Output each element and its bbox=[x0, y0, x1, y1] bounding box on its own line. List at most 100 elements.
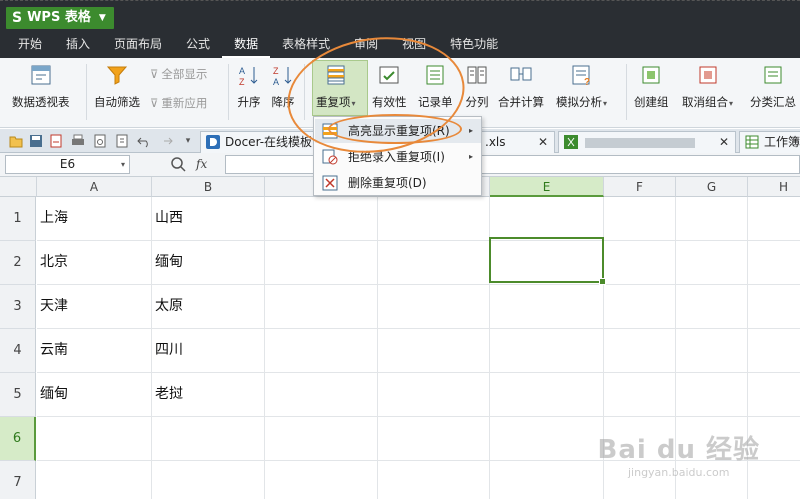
sort-asc-button[interactable]: AZ 升序 bbox=[236, 62, 262, 110]
cell-C2[interactable] bbox=[265, 241, 378, 285]
cell-H3[interactable] bbox=[748, 285, 800, 329]
cell-D5[interactable] bbox=[378, 373, 490, 417]
cell-H5[interactable] bbox=[748, 373, 800, 417]
cell-C7[interactable] bbox=[265, 461, 378, 499]
cell-C3[interactable] bbox=[265, 285, 378, 329]
consolidate-button[interactable]: 合并计算 bbox=[498, 62, 544, 110]
tab-view[interactable]: 视图 bbox=[390, 31, 438, 58]
column-header[interactable]: A bbox=[37, 177, 152, 197]
cell-D7[interactable] bbox=[378, 461, 490, 499]
ungroup-button[interactable]: 取消组合▾ bbox=[682, 62, 733, 110]
print-icon[interactable] bbox=[70, 133, 86, 149]
cell-G2[interactable] bbox=[676, 241, 748, 285]
tab-xls-file[interactable]: .xls ✕ bbox=[478, 131, 555, 153]
cell-B3[interactable]: 太原 bbox=[152, 285, 265, 329]
active-cell-e6[interactable] bbox=[489, 237, 606, 285]
close-icon[interactable]: ✕ bbox=[719, 132, 729, 152]
find-icon[interactable] bbox=[114, 133, 130, 149]
cell-F3[interactable] bbox=[604, 285, 676, 329]
cell-F4[interactable] bbox=[604, 329, 676, 373]
cell-E3[interactable] bbox=[490, 285, 604, 329]
cell-E7[interactable] bbox=[490, 461, 604, 499]
cell-A5[interactable]: 缅甸 bbox=[37, 373, 152, 417]
row-header[interactable]: 1 bbox=[0, 197, 36, 241]
create-group-button[interactable]: 创建组 bbox=[634, 62, 669, 110]
cell-E6[interactable] bbox=[490, 417, 604, 461]
tab-table-style[interactable]: 表格样式 bbox=[270, 31, 342, 58]
zoom-search-icon[interactable] bbox=[170, 156, 186, 175]
tab-docer-templates[interactable]: Docer-在线模板 bbox=[200, 131, 314, 153]
tab-insert[interactable]: 插入 bbox=[54, 31, 102, 58]
cell-D6[interactable] bbox=[378, 417, 490, 461]
row-header[interactable]: 7 bbox=[0, 461, 36, 499]
show-all-button[interactable]: ⊽ 全部显示 bbox=[150, 66, 207, 82]
column-header[interactable]: H bbox=[748, 177, 800, 197]
cell-H2[interactable] bbox=[748, 241, 800, 285]
cell-C1[interactable] bbox=[265, 197, 378, 241]
cell-G3[interactable] bbox=[676, 285, 748, 329]
formula-input[interactable] bbox=[225, 155, 800, 174]
redo-icon[interactable] bbox=[158, 133, 174, 149]
reapply-button[interactable]: ⊽ 重新应用 bbox=[150, 95, 207, 111]
cell-E4[interactable] bbox=[490, 329, 604, 373]
column-header[interactable]: G bbox=[676, 177, 748, 197]
validity-button[interactable]: 有效性 bbox=[372, 62, 407, 110]
cell-A4[interactable]: 云南 bbox=[37, 329, 152, 373]
row-header[interactable]: 5 bbox=[0, 373, 36, 417]
row-header-selected[interactable]: 6 bbox=[0, 417, 36, 461]
cell-E1[interactable] bbox=[490, 197, 604, 241]
cell-C4[interactable] bbox=[265, 329, 378, 373]
cell-D3[interactable] bbox=[378, 285, 490, 329]
cell-A6[interactable] bbox=[37, 417, 152, 461]
wps-app-menu-button[interactable]: S WPS 表格 ▼ bbox=[6, 7, 114, 29]
print-preview-icon[interactable] bbox=[92, 133, 108, 149]
tab-page-layout[interactable]: 页面布局 bbox=[102, 31, 174, 58]
fx-icon[interactable]: fx bbox=[196, 157, 207, 171]
cell-A3[interactable]: 天津 bbox=[37, 285, 152, 329]
tab-workbook[interactable]: 工作簿 bbox=[739, 131, 800, 153]
more-dropdown-icon[interactable]: ▾ bbox=[180, 133, 196, 149]
save-icon[interactable] bbox=[28, 133, 44, 149]
cell-D1[interactable] bbox=[378, 197, 490, 241]
record-form-button[interactable]: 记录单 bbox=[418, 62, 453, 110]
undo-icon[interactable] bbox=[136, 133, 152, 149]
tab-start[interactable]: 开始 bbox=[0, 31, 54, 58]
what-if-analysis-button[interactable]: ? 模拟分析▾ bbox=[556, 62, 607, 110]
cell-F2[interactable] bbox=[604, 241, 676, 285]
cell-G4[interactable] bbox=[676, 329, 748, 373]
cell-C5[interactable] bbox=[265, 373, 378, 417]
delete-duplicates-item[interactable]: 删除重复项(D) bbox=[315, 171, 481, 195]
tab-formula[interactable]: 公式 bbox=[174, 31, 222, 58]
open-folder-icon[interactable] bbox=[8, 133, 24, 149]
tab-data[interactable]: 数据 bbox=[222, 31, 271, 58]
cell-A7[interactable] bbox=[37, 461, 152, 499]
cell-G5[interactable] bbox=[676, 373, 748, 417]
subtotal-button[interactable]: 分类汇总 bbox=[750, 62, 796, 110]
tab-special[interactable]: 特色功能 bbox=[438, 31, 510, 58]
tab-blurred-file[interactable]: ✕ bbox=[558, 131, 736, 153]
cell-F1[interactable] bbox=[604, 197, 676, 241]
tab-review[interactable]: 审阅 bbox=[342, 31, 390, 58]
close-icon[interactable]: ✕ bbox=[538, 132, 548, 152]
select-all-corner[interactable] bbox=[0, 177, 37, 197]
export-pdf-icon[interactable] bbox=[48, 133, 64, 149]
column-header[interactable]: F bbox=[604, 177, 676, 197]
duplicates-button[interactable]: 重复项▾ bbox=[316, 62, 356, 110]
row-header[interactable]: 4 bbox=[0, 329, 36, 373]
name-box[interactable]: E6 ▾ bbox=[5, 155, 130, 174]
cell-B7[interactable] bbox=[152, 461, 265, 499]
row-header[interactable]: 2 bbox=[0, 241, 36, 285]
column-header[interactable]: B bbox=[152, 177, 265, 197]
cell-F5[interactable] bbox=[604, 373, 676, 417]
row-header[interactable]: 3 bbox=[0, 285, 36, 329]
cell-B2[interactable]: 缅甸 bbox=[152, 241, 265, 285]
reject-duplicates-item[interactable]: 拒绝录入重复项(I) ▸ bbox=[315, 145, 481, 169]
autofilter-button[interactable]: 自动筛选 bbox=[94, 62, 140, 110]
sort-desc-button[interactable]: ZA 降序 bbox=[270, 62, 296, 110]
pivot-table-button[interactable]: 数据透视表 bbox=[12, 62, 70, 110]
cell-E5[interactable] bbox=[490, 373, 604, 417]
cell-C6[interactable] bbox=[265, 417, 378, 461]
cell-A1[interactable]: 上海 bbox=[37, 197, 152, 241]
split-column-button[interactable]: 分列 bbox=[464, 62, 490, 110]
cell-H4[interactable] bbox=[748, 329, 800, 373]
